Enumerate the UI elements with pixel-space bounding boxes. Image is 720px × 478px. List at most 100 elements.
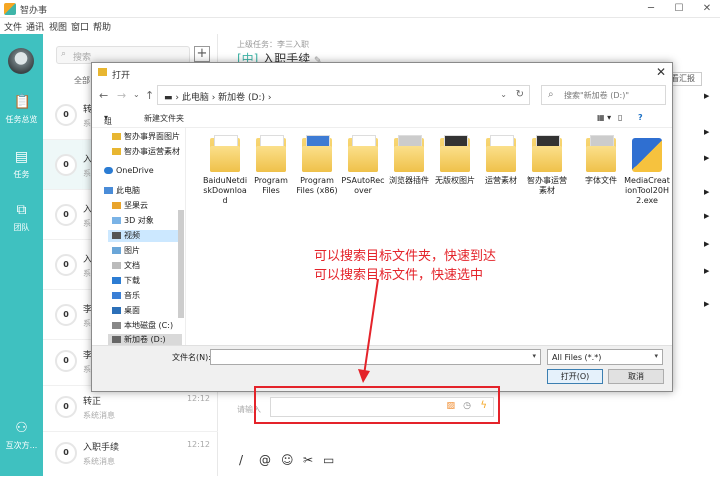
dialog-title: 打开 <box>112 71 131 81</box>
file-item[interactable]: 智办事运营素材 <box>524 135 570 196</box>
file-item[interactable]: MediaCreationTool20H2.exe <box>624 138 670 206</box>
add-task-button[interactable]: + <box>194 46 210 62</box>
close-icon[interactable]: ✕ <box>700 2 714 16</box>
app-logo-icon <box>4 3 16 15</box>
chevron-right-icon[interactable]: ▶ <box>704 188 709 196</box>
path-segment-pc[interactable]: 此电脑 <box>182 93 209 103</box>
cancel-button[interactable]: 取消 <box>608 369 664 384</box>
avatar[interactable] <box>8 48 34 74</box>
organize-menu[interactable]: 组织 ▾ <box>104 113 112 137</box>
open-button[interactable]: 打开(O) <box>547 369 603 384</box>
refresh-icon[interactable]: ↻ <box>516 89 524 100</box>
file-item[interactable]: Program Files <box>248 135 294 196</box>
clock-icon[interactable]: ◷ <box>463 401 471 411</box>
chevron-right-icon[interactable]: ▶ <box>704 154 709 162</box>
folder-icon[interactable]: ▭ <box>323 453 334 467</box>
tree-item[interactable]: 此电脑 <box>104 185 198 197</box>
tree-item[interactable]: 视频 <box>108 230 182 242</box>
new-folder-button[interactable]: 新建文件夹 <box>144 113 184 124</box>
breadcrumb[interactable]: 上级任务：李三入职 <box>237 39 309 50</box>
menu-help[interactable]: 帮助 <box>93 20 111 33</box>
file-item[interactable]: BaiduNetdiskDownload <box>202 135 248 206</box>
people-icon: ⚇ <box>15 420 28 436</box>
path-segment-drive[interactable]: 新加卷 (D:) <box>218 93 265 103</box>
emoji-icon[interactable]: ☺ <box>281 453 294 467</box>
file-name: 无版权图片 <box>435 176 475 185</box>
tree-scrollbar[interactable] <box>178 210 184 318</box>
chevron-down-icon[interactable]: ▾ <box>654 352 658 360</box>
list-item[interactable]: 0 入职手续 系统消息 12:12 <box>43 428 218 478</box>
tree-item-label: 坚果云 <box>124 201 148 210</box>
lightning-icon[interactable]: ϟ <box>480 400 487 411</box>
tree-item[interactable]: 3D 对象 <box>112 215 206 227</box>
file-item[interactable]: 字体文件 <box>578 135 624 186</box>
scissors-icon[interactable]: ✂ <box>303 453 313 467</box>
tree-item-label: 此电脑 <box>116 186 140 195</box>
tree-item[interactable]: 图片 <box>112 245 206 257</box>
path-text: ▬ › 此电脑 › 新加卷 (D:) › <box>164 93 272 103</box>
menu-window[interactable]: 窗口 <box>71 20 89 33</box>
file-name: Program Files <box>254 176 288 195</box>
tree-item-label: 新加卷 (D:) <box>124 335 166 344</box>
view-options-icon[interactable]: ▦ ▾ <box>597 113 611 122</box>
forward-arrow-icon[interactable]: → <box>117 89 126 102</box>
maximize-icon[interactable]: ☐ <box>672 2 686 16</box>
menu-file[interactable]: 文件 <box>4 20 22 33</box>
tree-item[interactable]: 桌面 <box>112 305 206 317</box>
file-name: Program Files (x86) <box>296 176 338 195</box>
file-item[interactable]: 浏览器插件 <box>386 135 432 186</box>
chevron-right-icon[interactable]: ▶ <box>704 267 709 275</box>
file-item[interactable]: PSAutoRecover <box>340 135 386 196</box>
filetype-select[interactable]: All Files (*.*) ▾ <box>547 349 663 365</box>
details-pane-icon[interactable]: ▯ <box>618 113 622 122</box>
sidebar-item-people[interactable]: ⚇ 互次方... <box>0 420 43 451</box>
tree-item[interactable]: OneDrive <box>104 166 198 178</box>
chevron-right-icon[interactable]: ▶ <box>704 212 709 220</box>
tree-item[interactable]: 智办事运营素材 <box>112 146 206 158</box>
address-bar[interactable]: ▬ › 此电脑 › 新加卷 (D:) › ⌄ ↻ <box>157 85 530 105</box>
dialog-search-input[interactable]: ⌕ 搜索"新加卷 (D:)" <box>541 85 666 105</box>
tree-item[interactable]: 坚果云 <box>112 200 206 212</box>
sidebar-item-tasks[interactable]: ▤ 任务 <box>0 149 43 180</box>
sidebar-item-label: 任务总览 <box>5 115 38 124</box>
minimize-icon[interactable]: ─ <box>644 2 658 16</box>
chevron-right-icon[interactable]: ▶ <box>704 128 709 136</box>
search-icon: ⌕ <box>548 89 554 100</box>
filter-all[interactable]: 全部 <box>74 75 90 86</box>
chevron-down-icon[interactable]: ⌄ <box>500 90 507 99</box>
slash-icon[interactable]: / <box>239 453 243 467</box>
tree-item[interactable]: 智办事界面图片 <box>112 131 206 143</box>
chevron-right-icon[interactable]: ▶ <box>704 240 709 248</box>
menu-view[interactable]: 视图 <box>49 20 67 33</box>
close-icon[interactable]: ✕ <box>656 65 666 79</box>
image-icon[interactable]: ▨ <box>446 401 455 411</box>
tree-item[interactable]: 文档 <box>112 260 206 272</box>
chevron-down-icon[interactable]: ⌄ <box>133 90 140 99</box>
menu-comm[interactable]: 通讯 <box>26 20 44 33</box>
list-item-sub: 系 <box>83 269 91 278</box>
help-icon[interactable]: ? <box>638 113 643 122</box>
folder-icon <box>486 135 516 172</box>
at-icon[interactable]: @ <box>259 453 271 467</box>
list-item-title: 入职手续 <box>83 443 120 453</box>
search-placeholder: 搜索 <box>73 53 92 63</box>
tree-item-label: 文档 <box>124 261 140 270</box>
list-item-sub: 系 <box>83 219 91 228</box>
org-chart-icon: ⧉ <box>16 202 27 218</box>
tree-item[interactable]: 下载 <box>112 275 206 287</box>
tree-item-label: 音乐 <box>124 291 140 300</box>
file-item[interactable]: 运营素材 <box>478 135 524 186</box>
chevron-right-icon[interactable]: ▶ <box>704 92 709 100</box>
chevron-right-icon[interactable]: ▶ <box>704 300 709 308</box>
tree-item[interactable]: 本地磁盘 (C:) <box>112 320 206 332</box>
chevron-down-icon[interactable]: ▾ <box>532 352 536 360</box>
sidebar-item-team[interactable]: ⧉ 团队 <box>0 202 43 233</box>
file-item[interactable]: Program Files (x86) <box>294 135 340 196</box>
tree-item[interactable]: 音乐 <box>112 290 206 302</box>
folder-icon <box>98 68 107 76</box>
up-arrow-icon[interactable]: ↑ <box>145 89 154 102</box>
sidebar-item-overview[interactable]: 📋 任务总览 <box>0 94 43 125</box>
back-arrow-icon[interactable]: ← <box>99 89 108 102</box>
file-item[interactable]: 无版权图片 <box>432 135 478 186</box>
comment-input[interactable]: ▨ ◷ ϟ <box>270 397 494 417</box>
